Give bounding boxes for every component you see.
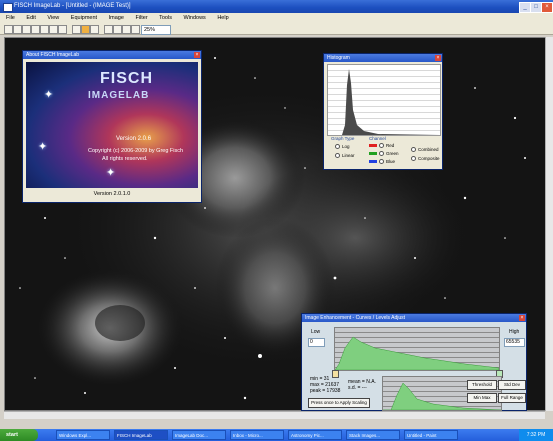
taskbar-item[interactable]: Inbox - Micro... — [230, 430, 284, 440]
std-dev-button[interactable]: Std Dev — [498, 380, 526, 390]
brand-subtitle: IMAGELAB — [88, 90, 150, 101]
channel-green[interactable]: Green — [369, 151, 399, 157]
new-icon[interactable] — [4, 25, 13, 34]
about-dialog: About FISCH ImageLab × ✦ ✦ ✦ FISCH IMAGE… — [22, 50, 202, 203]
levels-title: Image Enhancement - Curves / Levels Adju… — [302, 314, 526, 322]
log-radio[interactable]: Log — [335, 144, 350, 150]
menu-image[interactable]: Image — [109, 15, 124, 21]
menu-edit[interactable]: Edit — [26, 15, 35, 21]
about-footer-version: Version 2.0.1.0 — [93, 191, 131, 197]
levels-window: Image Enhancement - Curves / Levels Adju… — [301, 313, 527, 411]
levels-curve — [335, 336, 499, 370]
about-copyright: Copyright (c) 2006-2009 by Greg Fisch — [88, 148, 184, 154]
menu-bar: File Edit View Equipment Image Filter To… — [0, 13, 553, 23]
close-button[interactable]: × — [541, 2, 553, 13]
taskbar-item[interactable]: FISCH ImageLab — [114, 430, 168, 440]
menu-help[interactable]: Help — [217, 15, 228, 21]
menu-windows[interactable]: Windows — [183, 15, 205, 21]
taskbar-item[interactable]: Astronomy Pic... — [288, 430, 342, 440]
copy-icon[interactable] — [49, 25, 58, 34]
menu-equipment[interactable]: Equipment — [71, 15, 97, 21]
zoom-select[interactable]: 25% — [141, 25, 171, 35]
window-title: FISCH ImageLab - [Untitled - (IMAGE Test… — [14, 3, 131, 9]
combined-radio[interactable]: Combined — [411, 147, 439, 153]
full-range-button[interactable]: Full Range — [498, 393, 526, 403]
channel-label: Channel — [369, 136, 386, 141]
paste-icon[interactable] — [58, 25, 67, 34]
histogram-close-button[interactable]: × — [435, 55, 441, 61]
app-icon — [3, 3, 13, 12]
channel-blue[interactable]: Blue — [369, 159, 395, 165]
start-button[interactable]: start — [0, 429, 38, 441]
star-icon: ✦ — [106, 167, 116, 179]
about-rights: All rights reserved. — [102, 156, 148, 162]
histogram-curve — [328, 69, 440, 135]
apply-scaling-button[interactable]: Press once to Apply Scaling — [308, 398, 370, 408]
print-icon[interactable] — [31, 25, 40, 34]
taskbar-item[interactable]: Untitled - Paint — [404, 430, 458, 440]
brand-name: FISCH — [100, 70, 153, 87]
histogram-icon[interactable] — [72, 25, 81, 34]
linear-radio[interactable]: Linear — [335, 153, 355, 159]
stretch-icon[interactable] — [81, 25, 90, 34]
histogram-options: Graph Type Log Linear Channel Red Green … — [327, 136, 440, 168]
menu-tools[interactable]: Tools — [159, 15, 172, 21]
taskbar-item[interactable]: ImageLab Doc... — [172, 430, 226, 440]
title-bar: FISCH ImageLab - [Untitled - (IMAGE Test… — [0, 0, 553, 13]
taskbar: start Windows Expl... FISCH ImageLab Ima… — [0, 429, 553, 441]
channel-red[interactable]: Red — [369, 143, 394, 149]
star-icon: ✦ — [44, 89, 54, 101]
taskbar-item[interactable]: Stack Images... — [346, 430, 400, 440]
zoom-in-icon[interactable] — [113, 25, 122, 34]
high-value-input[interactable]: 65535 — [504, 338, 525, 347]
histogram-window: Histogram × Graph Type Log Linear Channe… — [323, 53, 443, 170]
stat-sigma: s.d. = --- — [348, 385, 367, 391]
stack-icon[interactable] — [90, 25, 99, 34]
about-version: Version 2.0.6 — [116, 136, 152, 142]
high-label: High — [509, 329, 520, 335]
composite-radio[interactable]: Composite — [411, 156, 440, 162]
taskbar-item[interactable]: Windows Expl... — [56, 430, 110, 440]
zoom-out-icon[interactable] — [122, 25, 131, 34]
histogram-plot — [327, 64, 441, 136]
crop-icon[interactable] — [104, 25, 113, 34]
menu-file[interactable]: File — [6, 15, 15, 21]
min-max-button[interactable]: Min Max — [467, 393, 497, 403]
zoom-fit-icon[interactable] — [131, 25, 140, 34]
about-splash-image: ✦ ✦ ✦ FISCH IMAGELAB Version 2.0.6 Copyr… — [26, 62, 198, 188]
stat-peak: peak = 17938 — [310, 388, 341, 394]
toolbar: 25% — [0, 23, 553, 35]
horizontal-scrollbar[interactable] — [4, 411, 545, 419]
about-title: About FISCH ImageLab — [23, 51, 201, 59]
cut-icon[interactable] — [40, 25, 49, 34]
graph-type-label: Graph Type — [331, 136, 355, 141]
low-value-input[interactable]: 0 — [308, 338, 325, 347]
system-clock: 7:32 PM — [519, 429, 553, 441]
star-icon: ✦ — [38, 141, 48, 153]
about-close-button[interactable]: × — [194, 52, 200, 58]
threshold-button[interactable]: Threshold — [467, 380, 497, 390]
low-slider-handle[interactable] — [332, 370, 339, 378]
menu-view[interactable]: View — [47, 15, 59, 21]
histogram-title: Histogram — [324, 54, 442, 62]
save-icon[interactable] — [22, 25, 31, 34]
levels-histogram — [334, 327, 500, 371]
menu-filter[interactable]: Filter — [135, 15, 147, 21]
open-icon[interactable] — [13, 25, 22, 34]
vertical-scrollbar[interactable] — [545, 37, 553, 411]
low-label: Low — [311, 329, 321, 335]
levels-close-button[interactable]: × — [519, 315, 525, 321]
